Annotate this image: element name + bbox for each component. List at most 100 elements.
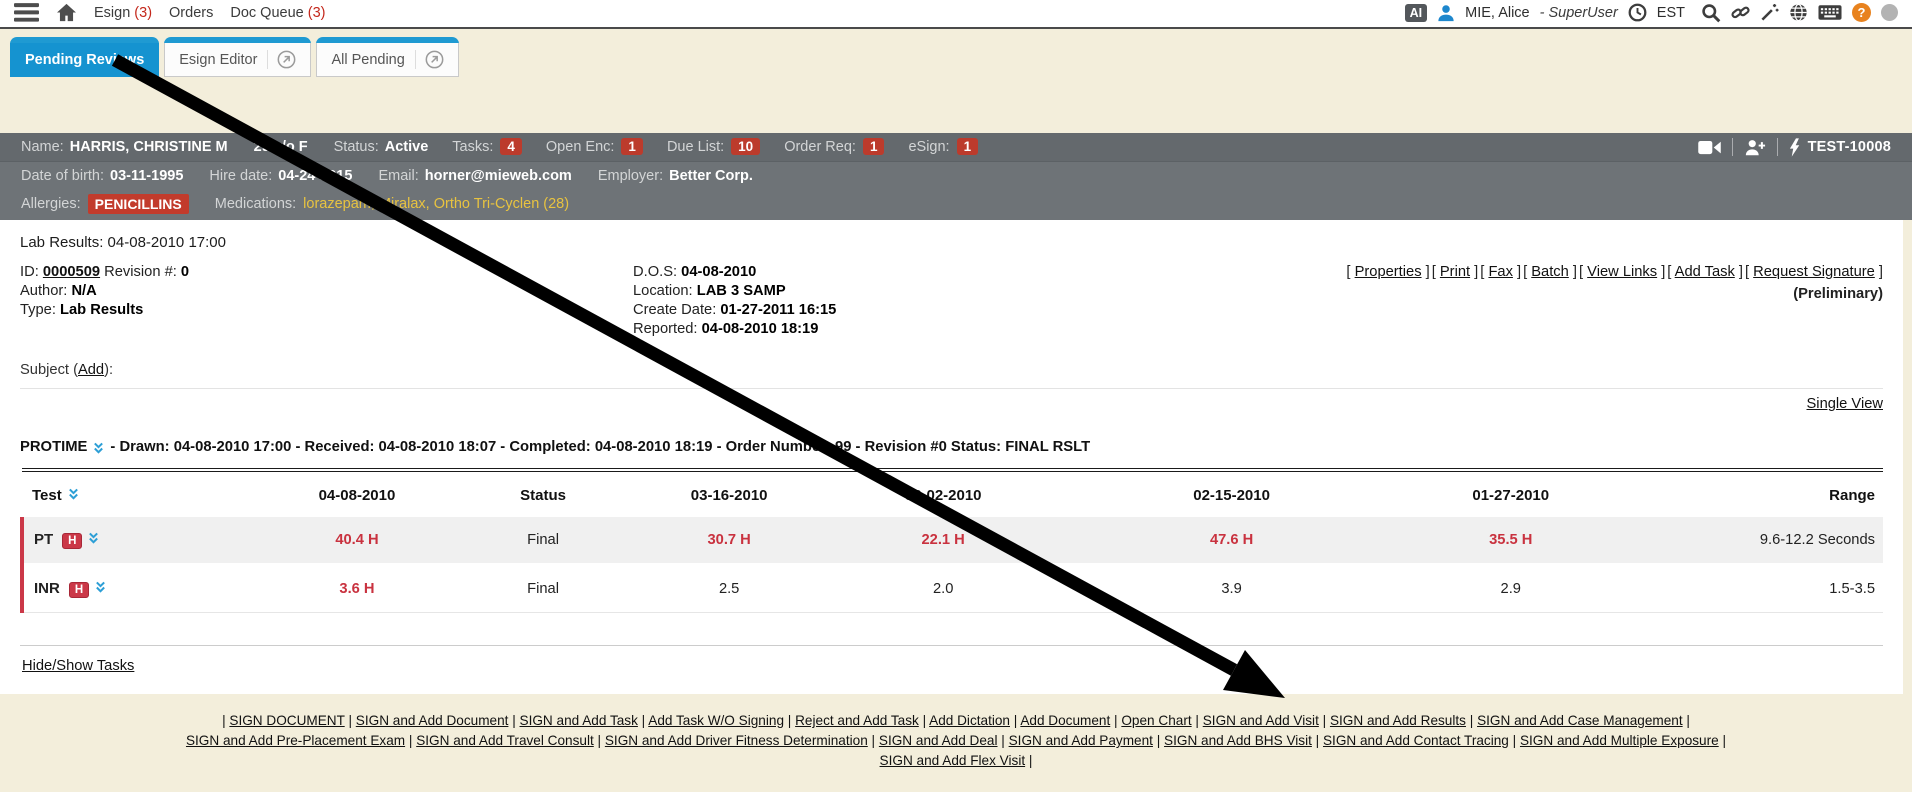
expand-chevron-icon[interactable] [95, 581, 106, 594]
footer-link-sign-and-add-multiple-exposure[interactable]: SIGN and Add Multiple Exposure [1520, 733, 1719, 748]
dob-value: 03-11-1995 [110, 168, 183, 184]
document-panel: Lab Results: 04-08-2010 17:00 ID: 000050… [0, 220, 1903, 694]
dos-label: D.O.S: [633, 264, 677, 280]
link-icon[interactable] [1731, 3, 1750, 22]
column-header-test[interactable]: Test [22, 470, 264, 517]
single-view-link[interactable]: Single View [1807, 396, 1883, 412]
action-request-signature[interactable]: Request Signature [1753, 264, 1875, 280]
patient-status: Active [385, 139, 429, 155]
footer-link-sign-and-add-payment[interactable]: SIGN and Add Payment [1009, 733, 1153, 748]
action-view-links[interactable]: View Links [1587, 264, 1657, 280]
user-name[interactable]: MIE, Alice [1465, 5, 1529, 21]
patient-status-label: Status: [334, 139, 379, 155]
nav-item-orders[interactable]: Orders [169, 5, 213, 21]
result-cell: 40.4 H [264, 517, 450, 565]
lightning-bolt-icon[interactable] [1789, 138, 1800, 157]
chart-id[interactable]: TEST-10008 [1808, 139, 1891, 155]
patient-name[interactable]: HARRIS, CHRISTINE M [70, 139, 228, 155]
medications-list[interactable]: lorazepam, Miralax, Ortho Tri-Cyclen (28… [303, 196, 569, 212]
patient-age-sex: 29 y/o F [254, 139, 308, 155]
footer-link-sign-and-add-flex-visit[interactable]: SIGN and Add Flex Visit [880, 753, 1026, 768]
action-print[interactable]: Print [1440, 264, 1470, 280]
doc-action-wrap: [ Print ] [1432, 264, 1479, 280]
footer-link-add-task-w-o-signing[interactable]: Add Task W/O Signing [648, 713, 784, 728]
test-name[interactable]: PT [34, 531, 53, 548]
footer-link-sign-and-add-bhs-visit[interactable]: SIGN and Add BHS Visit [1164, 733, 1312, 748]
footer-link-add-document[interactable]: Add Document [1020, 713, 1110, 728]
globe-icon[interactable] [1789, 3, 1808, 22]
subject-add-link[interactable]: Add [78, 362, 104, 378]
footer-link-sign-and-add-contact-tracing[interactable]: SIGN and Add Contact Tracing [1323, 733, 1509, 748]
result-cell: 2.0 [822, 565, 1064, 613]
table-row-inr: INRH3.6 HFinal2.52.03.92.91.5-3.5 [22, 565, 1883, 613]
allergy-badge[interactable]: PENICILLINS [88, 194, 189, 214]
footer-link-sign-and-add-driver-fitness-determination[interactable]: SIGN and Add Driver Fitness Determinatio… [605, 733, 868, 748]
footer-link-sign-and-add-document[interactable]: SIGN and Add Document [356, 713, 509, 728]
footer-link-sign-and-add-task[interactable]: SIGN and Add Task [520, 713, 638, 728]
ai-badge[interactable]: AI [1405, 4, 1428, 22]
action-batch[interactable]: Batch [1531, 264, 1569, 280]
tab-esign-editor[interactable]: Esign Editor [164, 37, 311, 77]
counter-label: Order Req: [784, 139, 856, 155]
dob-label: Date of birth: [21, 168, 104, 184]
footer-link-sign-and-add-pre-placement-exam[interactable]: SIGN and Add Pre-Placement Exam [186, 733, 405, 748]
counter-due-list: Due List:10 [667, 139, 760, 155]
action-properties[interactable]: Properties [1355, 264, 1422, 280]
counter-badge[interactable]: 4 [500, 138, 522, 155]
footer-link-sign-document[interactable]: SIGN DOCUMENT [229, 713, 344, 728]
footer-link-reject-and-add-task[interactable]: Reject and Add Task [795, 713, 919, 728]
doc-id-link[interactable]: 0000509 [43, 264, 100, 280]
video-camera-icon[interactable] [1698, 140, 1721, 155]
panel-name[interactable]: PROTIME [20, 439, 87, 455]
open-in-new-icon[interactable] [267, 50, 296, 69]
action-add-task[interactable]: Add Task [1675, 264, 1735, 280]
clock-icon[interactable] [1628, 3, 1647, 22]
keyboard-icon[interactable] [1818, 4, 1842, 21]
hamburger-menu-icon[interactable] [14, 3, 39, 22]
column-header-03-02-2010: 03-02-2010 [822, 470, 1064, 517]
sort-chevron-icon[interactable] [68, 488, 79, 501]
counter-badge[interactable]: 1 [621, 138, 643, 155]
nav-item-esign[interactable]: Esign (3) [94, 5, 152, 21]
footer-link-sign-and-add-results[interactable]: SIGN and Add Results [1330, 713, 1466, 728]
nav-item-doc-queue[interactable]: Doc Queue (3) [230, 5, 325, 21]
panel-chevron-icon[interactable] [93, 442, 104, 455]
counter-badge[interactable]: 1 [957, 138, 979, 155]
patient-name-label: Name: [21, 139, 64, 155]
patient-header-tools: TEST-10008 [1698, 138, 1891, 157]
document-info: ID: 0000509 Revision #: 0 Author: N/A Ty… [20, 263, 1883, 339]
patient-counters: Tasks:4Open Enc:1Due List:10Order Req:1e… [428, 139, 978, 155]
magic-wand-icon[interactable] [1760, 3, 1779, 22]
help-icon[interactable]: ? [1852, 3, 1871, 22]
timezone-label[interactable]: EST [1657, 5, 1685, 21]
action-fax[interactable]: Fax [1488, 264, 1512, 280]
person-add-icon[interactable] [1744, 139, 1766, 156]
revision-value: 0 [181, 264, 189, 280]
open-in-new-icon[interactable] [415, 50, 444, 69]
nav-item-count: (3) [130, 5, 152, 21]
footer-link-sign-and-add-case-management[interactable]: SIGN and Add Case Management [1477, 713, 1683, 728]
footer-link-sign-and-add-visit[interactable]: SIGN and Add Visit [1203, 713, 1319, 728]
document-info-actions: [ Properties ][ Print ][ Fax ][ Batch ][… [1344, 263, 1883, 302]
counter-label: Tasks: [452, 139, 493, 155]
subject-prefix: Subject ( [20, 362, 78, 378]
hide-show-tasks-link[interactable]: Hide/Show Tasks [22, 658, 134, 674]
counter-badge[interactable]: 1 [863, 138, 885, 155]
home-icon[interactable] [56, 3, 77, 22]
footer-link-sign-and-add-travel-consult[interactable]: SIGN and Add Travel Consult [416, 733, 594, 748]
tab-pending-reviews[interactable]: Pending Reviews [10, 37, 159, 77]
user-icon[interactable] [1437, 4, 1455, 22]
footer-link-sign-and-add-deal[interactable]: SIGN and Add Deal [879, 733, 998, 748]
medications-label: Medications: [215, 196, 296, 212]
expand-chevron-icon[interactable] [88, 532, 99, 545]
hire-date-value: 04-24-2015 [278, 168, 352, 184]
revision-label: Revision #: [104, 264, 177, 280]
footer-link-open-chart[interactable]: Open Chart [1121, 713, 1191, 728]
tab-all-pending[interactable]: All Pending [316, 37, 458, 77]
counter-badge[interactable]: 10 [731, 138, 760, 155]
test-name[interactable]: INR [34, 580, 60, 597]
subject-suffix: ): [104, 362, 113, 378]
footer-link-add-dictation[interactable]: Add Dictation [929, 713, 1010, 728]
email-value[interactable]: horner@mieweb.com [425, 168, 572, 184]
search-icon[interactable] [1701, 3, 1721, 23]
